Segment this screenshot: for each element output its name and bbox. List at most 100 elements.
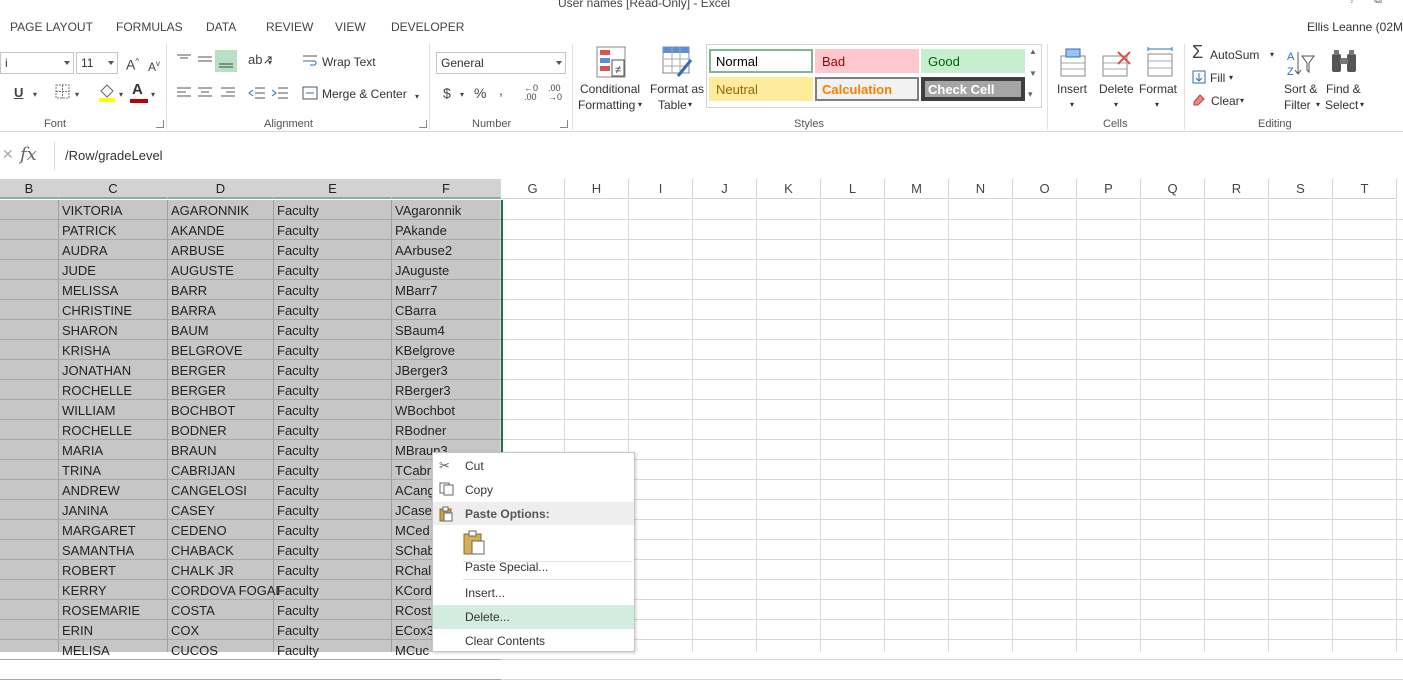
cell[interactable]: PATRICK bbox=[62, 223, 167, 238]
chevron-down-icon[interactable]: ▾ bbox=[1240, 96, 1244, 105]
cell[interactable]: SBaum4 bbox=[395, 323, 500, 338]
menu-item-insert[interactable]: Insert... bbox=[433, 581, 634, 605]
cell[interactable]: BODNER bbox=[171, 423, 279, 438]
cell[interactable]: BRAUN bbox=[171, 443, 279, 458]
align-top-icon[interactable] bbox=[176, 52, 192, 70]
cell[interactable]: AUDRA bbox=[62, 243, 167, 258]
underline-dropdown-icon[interactable]: ▾ bbox=[33, 87, 37, 103]
cell[interactable]: AGARONNIK bbox=[171, 203, 279, 218]
cell[interactable]: BERGER bbox=[171, 383, 279, 398]
menu-item-delete[interactable]: Delete... bbox=[433, 605, 634, 629]
cell[interactable]: Faculty bbox=[277, 223, 391, 238]
cell[interactable]: VIKTORIA bbox=[62, 203, 167, 218]
chevron-down-icon[interactable]: ▾ bbox=[1229, 73, 1233, 82]
cell[interactable]: Faculty bbox=[277, 363, 391, 378]
cell[interactable]: Faculty bbox=[277, 383, 391, 398]
menu-item-cut[interactable]: ✂ Cut bbox=[433, 454, 634, 478]
align-center-icon[interactable] bbox=[197, 86, 213, 104]
cell[interactable]: Faculty bbox=[277, 483, 391, 498]
increase-decimal-icon[interactable]: ←0.00 bbox=[524, 84, 538, 102]
column-header-m[interactable]: M bbox=[885, 179, 949, 199]
borders-dropdown-icon[interactable]: ▾ bbox=[75, 87, 79, 103]
cell[interactable]: Faculty bbox=[277, 283, 391, 298]
column-header-b[interactable]: B bbox=[0, 179, 59, 199]
align-left-icon[interactable] bbox=[176, 86, 192, 104]
cell[interactable]: JBerger3 bbox=[395, 363, 500, 378]
font-color-button[interactable]: A bbox=[132, 82, 143, 98]
insert-function-button[interactable]: fx bbox=[20, 144, 37, 165]
tab-data[interactable]: DATA bbox=[206, 20, 236, 34]
cell[interactable]: AArbuse2 bbox=[395, 243, 500, 258]
cell[interactable]: ROBERT bbox=[62, 563, 167, 578]
style-neutral[interactable]: Neutral bbox=[709, 77, 813, 101]
cell[interactable]: RBerger3 bbox=[395, 383, 500, 398]
cell[interactable]: SAMANTHA bbox=[62, 543, 167, 558]
clear-button[interactable]: Clear bbox=[1211, 94, 1240, 108]
cell[interactable]: BARRA bbox=[171, 303, 279, 318]
menu-item-clear-contents[interactable]: Clear Contents bbox=[433, 629, 634, 653]
column-header-s[interactable]: S bbox=[1269, 179, 1333, 199]
cell[interactable]: Faculty bbox=[277, 403, 391, 418]
column-header-e[interactable]: E bbox=[274, 179, 392, 199]
cell[interactable]: COSTA bbox=[171, 603, 279, 618]
cell[interactable]: JANINA bbox=[62, 503, 167, 518]
fill-color-icon[interactable] bbox=[98, 82, 116, 106]
cell[interactable]: Faculty bbox=[277, 323, 391, 338]
cell[interactable]: CORDOVA FOGAL bbox=[171, 583, 279, 598]
cell[interactable]: Faculty bbox=[277, 623, 391, 638]
gallery-more-icon[interactable]: ▾ bbox=[1028, 89, 1033, 100]
cell[interactable]: COX bbox=[171, 623, 279, 638]
cell[interactable]: MELISSA bbox=[62, 283, 167, 298]
cell[interactable]: PAkande bbox=[395, 223, 500, 238]
cell[interactable]: AUGUSTE bbox=[171, 263, 279, 278]
cell[interactable]: MARGARET bbox=[62, 523, 167, 538]
chevron-down-icon[interactable]: ▾ bbox=[1270, 50, 1274, 59]
cell[interactable]: CABRIJAN bbox=[171, 463, 279, 478]
gallery-scroll-down-icon[interactable]: ▼ bbox=[1029, 69, 1037, 78]
cell[interactable]: Faculty bbox=[277, 303, 391, 318]
cell[interactable]: BOCHBOT bbox=[171, 403, 279, 418]
wrap-text-button[interactable]: Wrap Text bbox=[322, 55, 376, 69]
cell[interactable]: SHARON bbox=[62, 323, 167, 338]
column-header-f[interactable]: F bbox=[392, 179, 501, 199]
cell[interactable]: MBarr7 bbox=[395, 283, 500, 298]
sort-filter-button[interactable]: AZ Sort & Filter ▾ bbox=[1282, 44, 1322, 116]
style-good[interactable]: Good bbox=[921, 49, 1025, 73]
font-color-dropdown-icon[interactable]: ▾ bbox=[151, 87, 155, 103]
currency-button[interactable]: $ bbox=[443, 85, 451, 101]
cancel-entry-icon[interactable]: ✕ bbox=[2, 146, 14, 163]
cell[interactable]: Faculty bbox=[277, 643, 391, 658]
column-header-n[interactable]: N bbox=[949, 179, 1013, 199]
cell[interactable]: WBochbot bbox=[395, 403, 500, 418]
font-size-combo[interactable]: 11 bbox=[76, 52, 118, 74]
tab-review[interactable]: REVIEW bbox=[266, 20, 313, 34]
tab-page-layout[interactable]: PAGE LAYOUT bbox=[10, 20, 93, 34]
cell[interactable]: ARBUSE bbox=[171, 243, 279, 258]
cell[interactable]: BERGER bbox=[171, 363, 279, 378]
cell[interactable]: Faculty bbox=[277, 543, 391, 558]
column-header-i[interactable]: I bbox=[629, 179, 693, 199]
menu-item-paste-special[interactable]: Paste Special... bbox=[433, 555, 634, 579]
cell[interactable]: WILLIAM bbox=[62, 403, 167, 418]
cell[interactable]: CBarra bbox=[395, 303, 500, 318]
cell[interactable]: BARR bbox=[171, 283, 279, 298]
column-header-t[interactable]: T bbox=[1333, 179, 1397, 199]
shrink-font-button[interactable]: Av bbox=[148, 56, 160, 75]
cell[interactable]: Faculty bbox=[277, 583, 391, 598]
cell[interactable]: KBelgrove bbox=[395, 343, 500, 358]
number-format-combo[interactable]: General bbox=[436, 52, 566, 74]
cell[interactable]: CEDENO bbox=[171, 523, 279, 538]
increase-indent-icon[interactable] bbox=[271, 86, 289, 104]
cell[interactable]: BAUM bbox=[171, 323, 279, 338]
cell[interactable]: VAgaronnik bbox=[395, 203, 500, 218]
insert-cells-button[interactable]: Insert ▾ bbox=[1054, 44, 1094, 116]
font-name-combo[interactable]: i bbox=[0, 52, 74, 74]
cell[interactable]: CHABACK bbox=[171, 543, 279, 558]
column-header-k[interactable]: K bbox=[757, 179, 821, 199]
column-header-r[interactable]: R bbox=[1205, 179, 1269, 199]
help-icon[interactable]: ? bbox=[1349, 0, 1355, 6]
cell[interactable]: MARIA bbox=[62, 443, 167, 458]
percent-button[interactable]: % bbox=[474, 85, 486, 101]
column-header-g[interactable]: G bbox=[501, 179, 565, 199]
menu-item-copy[interactable]: Copy bbox=[433, 478, 634, 502]
